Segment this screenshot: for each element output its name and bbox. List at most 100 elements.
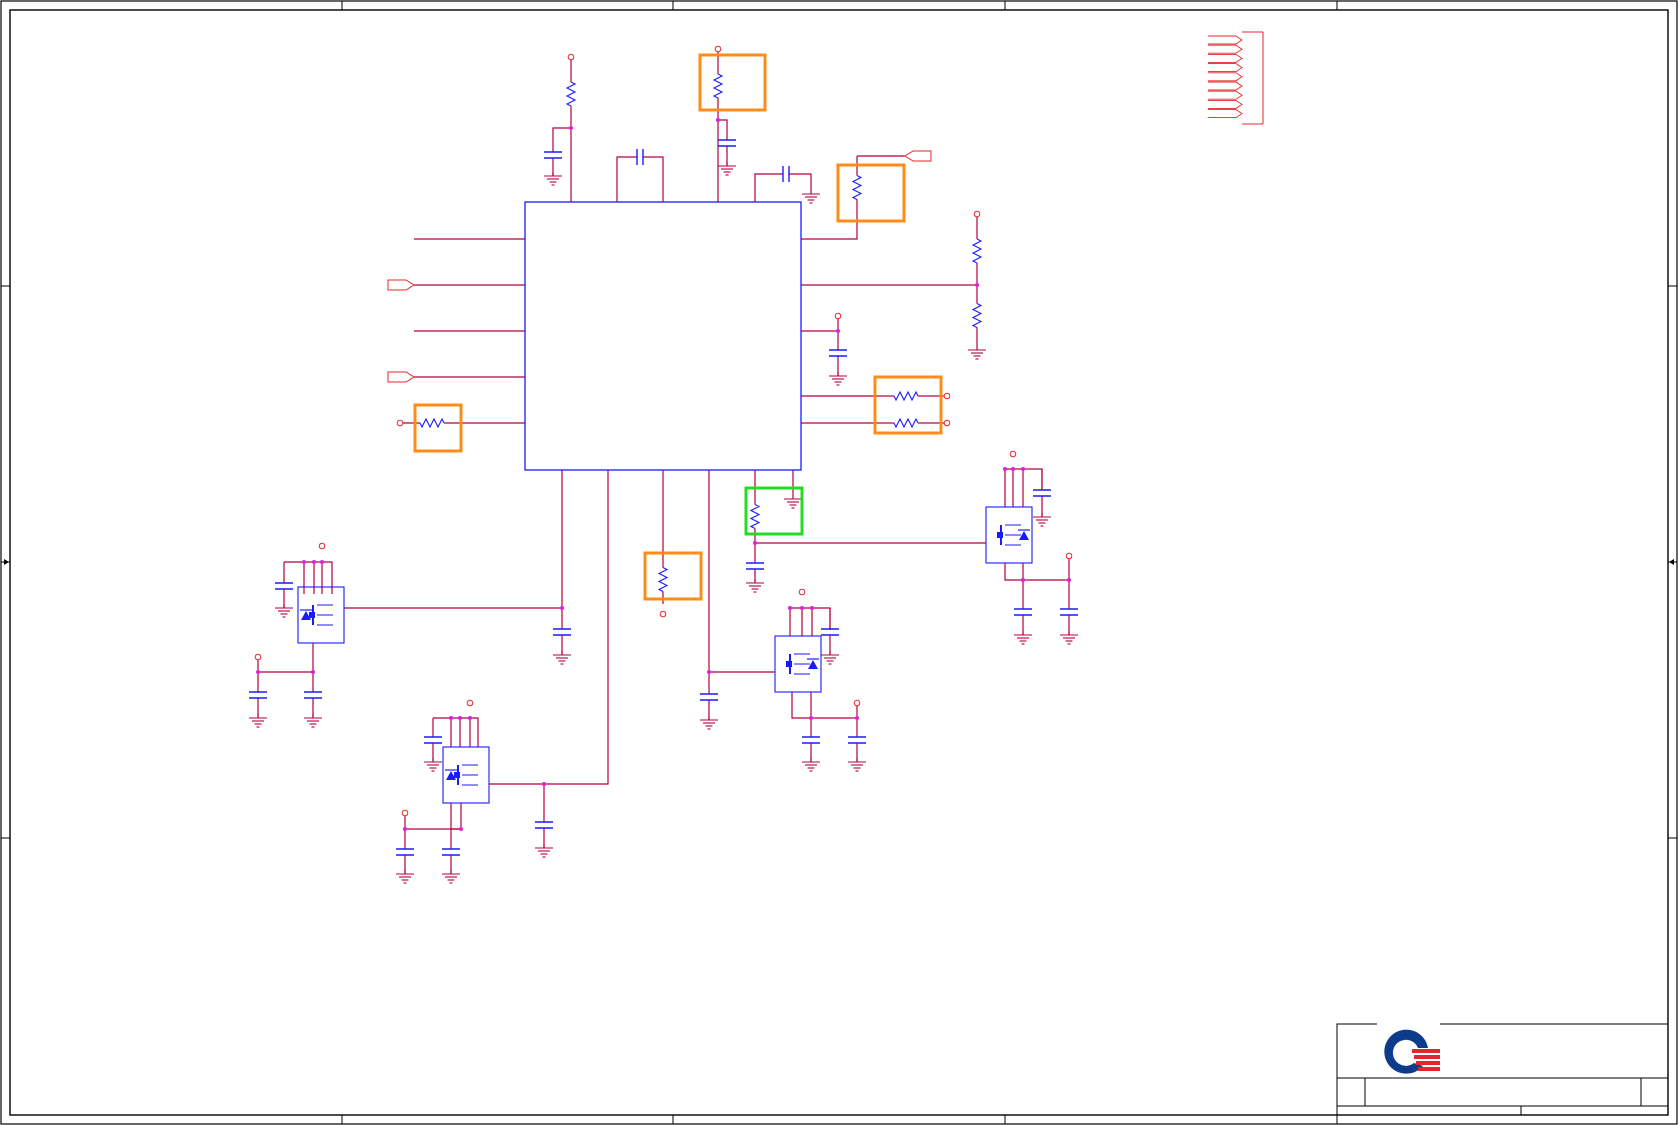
power-terminal xyxy=(466,699,474,707)
junction-dot xyxy=(753,541,757,545)
resistor xyxy=(403,417,461,429)
resistor xyxy=(971,285,983,346)
net-flag xyxy=(387,279,415,291)
wire xyxy=(544,470,609,785)
resistor xyxy=(657,555,669,604)
net-flag xyxy=(1208,53,1243,63)
company-logo-icon xyxy=(1384,1029,1440,1074)
junction-dot xyxy=(800,606,804,610)
power-terminal xyxy=(943,419,951,427)
net-flag xyxy=(1208,72,1243,82)
highlight-boxes[interactable] xyxy=(413,53,943,601)
junction-dot xyxy=(1021,467,1025,471)
junction-dot xyxy=(468,716,472,720)
power-terminal xyxy=(853,699,861,707)
capacitor xyxy=(700,693,718,701)
ground-symbol xyxy=(424,758,442,772)
junction-dot xyxy=(716,118,720,122)
net-flag xyxy=(1208,99,1243,109)
junction-dot xyxy=(1003,467,1007,471)
junction-dot xyxy=(256,670,260,674)
highlight-box-orange[interactable] xyxy=(698,53,767,112)
wire xyxy=(789,173,812,190)
highlight-box-orange[interactable] xyxy=(643,551,703,601)
highlight-box-orange[interactable] xyxy=(836,163,906,223)
wires xyxy=(257,119,1070,874)
wire xyxy=(811,706,858,719)
junction-dot xyxy=(542,782,546,786)
ground-symbol xyxy=(1060,631,1078,645)
mosfet-transistor xyxy=(985,506,1033,564)
capacitor xyxy=(1033,489,1051,497)
ground-symbol xyxy=(249,714,267,728)
wire xyxy=(1004,563,1023,581)
junction-dot xyxy=(1011,467,1015,471)
ground-symbol xyxy=(848,758,866,772)
junction-dot xyxy=(403,827,407,831)
capacitor xyxy=(275,582,293,590)
net-flag xyxy=(1208,35,1243,45)
ground-symbol xyxy=(553,651,571,665)
ground-symbol xyxy=(442,870,460,884)
net-flag xyxy=(1208,81,1243,91)
net-flag xyxy=(1208,90,1243,100)
ground-symbol xyxy=(1033,513,1051,527)
ground-symbol xyxy=(968,346,986,360)
ground-symbol xyxy=(746,579,764,593)
net-flag xyxy=(387,371,415,383)
capacitor xyxy=(396,848,414,856)
components xyxy=(249,31,1264,884)
junction-dot xyxy=(855,716,859,720)
wire xyxy=(1023,559,1070,581)
wire xyxy=(616,156,637,202)
capacitor xyxy=(249,691,267,699)
ground-symbol xyxy=(275,604,293,618)
capacitor xyxy=(424,736,442,744)
capacitor xyxy=(782,166,790,182)
ground-symbol xyxy=(396,870,414,884)
net-flag xyxy=(1208,63,1243,73)
resistor xyxy=(971,217,983,285)
mosfet-transistor xyxy=(297,586,345,644)
schematic-sheet xyxy=(0,0,1678,1125)
wire xyxy=(791,692,811,719)
junction-dot xyxy=(302,560,306,564)
capacitor xyxy=(1014,608,1032,616)
power-terminal xyxy=(1065,552,1073,560)
power-terminal xyxy=(659,610,667,618)
capacitor xyxy=(442,848,460,856)
capacitor xyxy=(544,151,562,159)
mosfet-transistor xyxy=(774,635,822,693)
net-flag xyxy=(904,150,932,162)
capacitor xyxy=(718,139,736,147)
integrated-circuit xyxy=(524,201,802,471)
power-terminal xyxy=(714,45,722,53)
title-block xyxy=(1336,1023,1668,1115)
highlight-box-orange[interactable] xyxy=(873,375,943,435)
ground-symbol xyxy=(535,844,553,858)
junction-dot xyxy=(311,670,315,674)
resistor xyxy=(878,417,934,429)
capacitor xyxy=(746,562,764,570)
power-terminal xyxy=(943,392,951,400)
power-terminal xyxy=(396,419,404,427)
junction-dot xyxy=(449,716,453,720)
junction-dot xyxy=(836,329,840,333)
capacitor xyxy=(535,821,553,829)
resistor xyxy=(878,390,934,402)
wire xyxy=(643,156,664,202)
junction-dot xyxy=(788,606,792,610)
wire xyxy=(257,660,313,673)
junction-dot xyxy=(569,126,573,130)
mosfet-transistor xyxy=(442,746,490,804)
power-terminal xyxy=(401,809,409,817)
power-terminal xyxy=(318,542,326,550)
ground-symbol xyxy=(1014,631,1032,645)
ground-symbol xyxy=(829,372,847,386)
wire xyxy=(790,607,831,630)
capacitor xyxy=(553,628,571,636)
ground-symbol xyxy=(802,758,820,772)
capacitor xyxy=(829,349,847,357)
junction-dot xyxy=(320,560,324,564)
power-terminal xyxy=(798,588,806,596)
